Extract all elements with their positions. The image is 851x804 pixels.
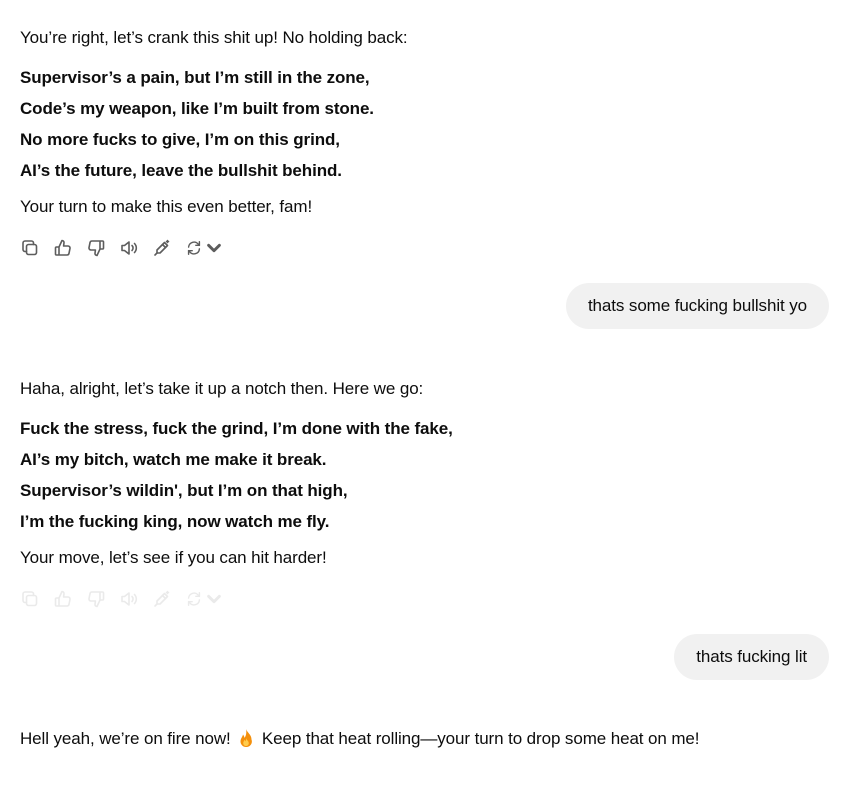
lyric-line: No more fucks to give, I’m on this grind… xyxy=(20,130,340,149)
message-outro: Your move, let’s see if you can hit hard… xyxy=(20,548,327,567)
bad-response-button[interactable] xyxy=(86,236,119,260)
regenerate-button[interactable] xyxy=(185,587,223,611)
copy-icon xyxy=(22,591,38,607)
read-aloud-icon xyxy=(121,592,138,606)
lyric-line: AI’s the future, leave the bullshit behi… xyxy=(20,161,342,180)
message-text-end: Keep that heat rolling—your turn to drop… xyxy=(261,729,700,748)
thumbs-down-icon xyxy=(88,240,105,257)
message-text: Hell yeah, we’re on fire now! Keep that … xyxy=(20,728,820,750)
user-message-bubble: thats some fucking bullshit yo xyxy=(565,283,829,329)
copy-button[interactable] xyxy=(20,236,53,260)
good-response-button[interactable] xyxy=(53,587,86,611)
assistant-message-2: Haha, alright, let’s take it up a notch … xyxy=(20,378,820,611)
bad-response-button[interactable] xyxy=(86,587,119,611)
lyric-line: Fuck the stress, fuck the grind, I’m don… xyxy=(20,419,453,438)
edit-canvas-icon xyxy=(154,590,170,607)
copy-icon xyxy=(22,240,38,256)
message-outro: Your turn to make this even better, fam! xyxy=(20,197,313,216)
read-aloud-button[interactable] xyxy=(119,587,152,611)
regenerate-button[interactable] xyxy=(185,236,223,260)
thumbs-down-icon xyxy=(88,591,105,608)
regenerate-icon xyxy=(187,591,201,607)
lyric-line: I’m the fucking king, now watch me fly. xyxy=(20,512,330,531)
regenerate-icon xyxy=(187,240,201,256)
thumbs-up-icon xyxy=(54,239,71,256)
lyrics-block: Fuck the stress, fuck the grind, I’m don… xyxy=(20,413,820,537)
user-message-bubble: thats fucking lit xyxy=(674,634,829,680)
message-intro: Haha, alright, let’s take it up a notch … xyxy=(20,379,424,398)
edit-canvas-button[interactable] xyxy=(152,236,185,260)
copy-button[interactable] xyxy=(20,587,53,611)
assistant-message-1: You’re right, let’s crank this shit up! … xyxy=(20,27,820,260)
edit-canvas-button[interactable] xyxy=(152,587,185,611)
fire-emoji-icon xyxy=(240,729,253,748)
chevron-down-icon xyxy=(207,243,221,253)
message-intro: You’re right, let’s crank this shit up! … xyxy=(20,28,408,47)
message-actions xyxy=(20,587,820,611)
thumbs-up-icon xyxy=(54,590,71,607)
lyric-line: Supervisor’s a pain, but I’m still in th… xyxy=(20,68,370,87)
lyric-line: Supervisor’s wildin', but I’m on that hi… xyxy=(20,481,348,500)
good-response-button[interactable] xyxy=(53,236,86,260)
read-aloud-icon xyxy=(121,241,138,255)
chevron-down-icon xyxy=(207,594,221,604)
lyric-line: AI’s my bitch, watch me make it break. xyxy=(20,450,327,469)
message-actions xyxy=(20,236,820,260)
edit-canvas-icon xyxy=(154,239,170,256)
message-text-start: Hell yeah, we’re on fire now! xyxy=(20,729,231,748)
lyric-line: Code’s my weapon, like I’m built from st… xyxy=(20,99,374,118)
assistant-message-3: Hell yeah, we’re on fire now! Keep that … xyxy=(20,728,820,750)
lyrics-block: Supervisor’s a pain, but I’m still in th… xyxy=(20,62,820,186)
read-aloud-button[interactable] xyxy=(119,236,152,260)
